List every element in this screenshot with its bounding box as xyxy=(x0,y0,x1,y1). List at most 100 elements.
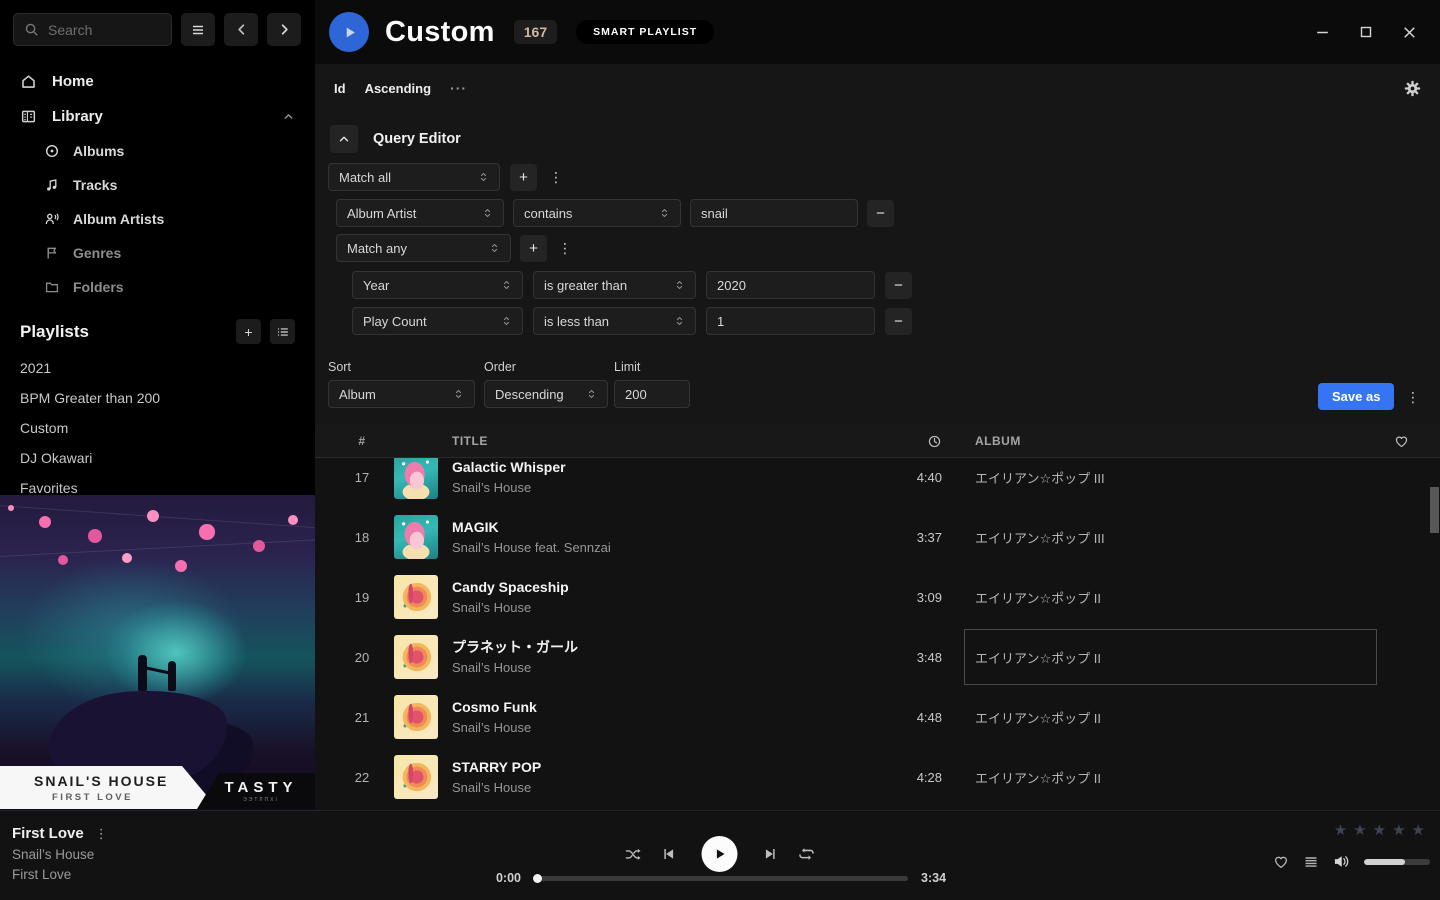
track-artist[interactable]: Snail’s House xyxy=(452,659,872,677)
order-select[interactable]: Descending xyxy=(484,380,608,408)
group-rule2-operator-select[interactable]: is less than xyxy=(533,307,696,335)
minimize-button[interactable] xyxy=(1314,24,1331,41)
group-rule1-operator-select[interactable]: is greater than xyxy=(533,271,696,299)
rule1-value-input[interactable]: snail xyxy=(690,199,858,227)
group-rule1-value-input[interactable]: 2020 xyxy=(706,271,875,299)
search-box[interactable] xyxy=(13,13,172,46)
playlist-item-2021[interactable]: 2021 xyxy=(0,353,315,383)
order-value: Descending xyxy=(495,387,564,402)
track-artist[interactable]: Snail’s House xyxy=(452,599,872,617)
queue-button[interactable] xyxy=(1303,854,1319,870)
now-playing-menu-button[interactable]: ⋮ xyxy=(95,826,108,842)
now-playing-title[interactable]: First Love xyxy=(12,825,84,842)
sidebar-item-tracks[interactable]: Tracks xyxy=(0,168,315,202)
rule-group-menu-button[interactable]: ⋮ xyxy=(547,169,565,186)
star-5[interactable]: ★ xyxy=(1412,821,1427,839)
add-rule-button[interactable]: + xyxy=(510,164,537,191)
root-match-select[interactable]: Match all xyxy=(328,163,500,191)
track-duration: 3:48 xyxy=(872,650,942,665)
track-artist[interactable]: Snail’s House feat. Sennzai xyxy=(452,539,872,557)
group-rule1-field-select[interactable]: Year xyxy=(352,271,523,299)
progress-handle[interactable] xyxy=(533,874,542,883)
track-album[interactable]: エイリアン☆ポップ II xyxy=(975,588,1355,607)
play-pause-button[interactable] xyxy=(702,836,738,872)
playlist-item-bpm[interactable]: BPM Greater than 200 xyxy=(0,383,315,413)
settings-gear-button[interactable] xyxy=(1404,80,1421,97)
save-as-button[interactable]: Save as xyxy=(1318,383,1394,410)
sort-field-button[interactable]: Id xyxy=(334,81,346,96)
column-header-number[interactable]: # xyxy=(334,434,390,448)
track-album[interactable]: エイリアン☆ポップ III xyxy=(975,528,1355,547)
group-menu-button[interactable]: ⋮ xyxy=(556,240,574,257)
remove-group-rule1-button[interactable]: − xyxy=(885,272,912,299)
search-input[interactable] xyxy=(48,22,161,38)
rule1-operator-select[interactable]: contains xyxy=(513,199,681,227)
save-menu-button[interactable]: ⋮ xyxy=(1404,389,1422,406)
menu-button[interactable] xyxy=(181,13,215,46)
sidebar-item-home[interactable]: Home xyxy=(0,64,315,99)
volume-icon[interactable] xyxy=(1333,853,1350,870)
group-rule2-field-select[interactable]: Play Count xyxy=(352,307,523,335)
column-header-duration[interactable] xyxy=(872,433,942,448)
column-header-album[interactable]: ALBUM xyxy=(975,434,1355,448)
collapse-query-editor-button[interactable] xyxy=(330,125,358,153)
track-album[interactable]: エイリアン☆ポップ II xyxy=(975,768,1355,787)
track-artist[interactable]: Snail’s House xyxy=(452,719,872,737)
playlist-item-dj-okawari[interactable]: DJ Okawari xyxy=(0,443,315,473)
star-3[interactable]: ★ xyxy=(1373,821,1388,839)
sort-direction-button[interactable]: Ascending xyxy=(365,81,431,96)
next-track-button[interactable] xyxy=(763,846,779,862)
sidebar-item-album-artists[interactable]: Album Artists xyxy=(0,202,315,236)
close-button[interactable] xyxy=(1401,24,1418,41)
remove-rule1-button[interactable]: − xyxy=(867,200,894,227)
favorite-button[interactable] xyxy=(1273,854,1289,870)
star-2[interactable]: ★ xyxy=(1353,821,1368,839)
list-toolbar: Id Ascending ··· xyxy=(315,64,1440,112)
nav-forward-button[interactable] xyxy=(267,13,301,46)
track-album[interactable]: エイリアン☆ポップ III xyxy=(975,468,1355,487)
table-row[interactable]: 21 Cosmo Funk Snail’s House 4:48 エイリアン☆ポ… xyxy=(315,687,1440,747)
limit-input[interactable]: 200 xyxy=(614,380,690,408)
track-artist[interactable]: Snail’s House xyxy=(452,779,872,797)
table-row[interactable]: 17 Galactic Whisper Snail’s House 4:40 エ… xyxy=(315,458,1440,507)
repeat-button[interactable] xyxy=(798,845,816,863)
now-playing-album-art[interactable]: SNAIL'S HOUSE FIRST LOVE TASTY ЭЭТЛПХІ xyxy=(0,495,315,810)
maximize-button[interactable] xyxy=(1358,24,1374,40)
playlist-item-custom[interactable]: Custom xyxy=(0,413,315,443)
tracks-label: Tracks xyxy=(73,177,117,193)
sidebar-item-albums[interactable]: Albums xyxy=(0,134,315,168)
sidebar-item-genres[interactable]: Genres xyxy=(0,236,315,270)
manage-playlists-button[interactable] xyxy=(270,319,295,344)
sidebar-item-library[interactable]: Library xyxy=(0,99,315,134)
star-4[interactable]: ★ xyxy=(1392,821,1407,839)
progress-slider[interactable] xyxy=(534,876,908,881)
column-header-title[interactable]: TITLE xyxy=(452,434,872,448)
tracklist-scrollbar[interactable] xyxy=(1430,487,1439,533)
column-header-favorite[interactable] xyxy=(1378,433,1424,448)
nav-back-button[interactable] xyxy=(224,13,258,46)
group-match-select[interactable]: Match any xyxy=(336,234,511,262)
play-playlist-button[interactable] xyxy=(329,12,369,52)
now-playing-album[interactable]: First Love xyxy=(12,865,108,885)
group-rule2-value-input[interactable]: 1 xyxy=(706,307,875,335)
add-playlist-button[interactable]: + xyxy=(236,319,261,344)
chevron-up-icon[interactable] xyxy=(282,110,295,123)
sort-select[interactable]: Album xyxy=(328,380,475,408)
previous-track-button[interactable] xyxy=(661,846,677,862)
track-artist[interactable]: Snail’s House xyxy=(452,479,872,497)
shuffle-button[interactable] xyxy=(625,846,642,863)
table-row[interactable]: 20 プラネット・ガール Snail’s House 3:48 エイリアン☆ポッ… xyxy=(315,627,1440,687)
volume-slider[interactable] xyxy=(1364,859,1430,865)
table-row[interactable]: 18 MAGIK Snail’s House feat. Sennzai 3:3… xyxy=(315,507,1440,567)
now-playing-artist[interactable]: Snail’s House xyxy=(12,845,108,865)
star-1[interactable]: ★ xyxy=(1334,821,1349,839)
table-row[interactable]: 19 Candy Spaceship Snail’s House 3:09 エイ… xyxy=(315,567,1440,627)
table-row[interactable]: 22 STARRY POP Snail’s House 4:28 エイリアン☆ポ… xyxy=(315,747,1440,807)
remove-group-rule2-button[interactable]: − xyxy=(885,308,912,335)
track-album[interactable]: エイリアン☆ポップ II xyxy=(975,708,1355,727)
chevron-right-icon xyxy=(277,22,292,37)
more-options-button[interactable]: ··· xyxy=(450,80,467,96)
sidebar-item-folders[interactable]: Folders xyxy=(0,270,315,304)
rule1-field-select[interactable]: Album Artist xyxy=(336,199,504,227)
add-group-rule-button[interactable]: + xyxy=(520,235,547,262)
